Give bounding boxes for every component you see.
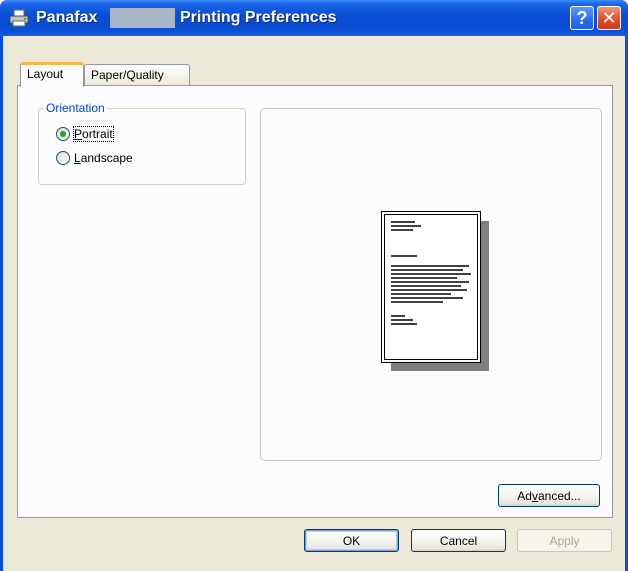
- text-line: [391, 281, 469, 283]
- ok-label: OK: [342, 533, 361, 548]
- help-button[interactable]: ?: [570, 6, 594, 30]
- portrait-hotkey: P: [74, 127, 83, 141]
- text-line: [391, 289, 467, 291]
- text-line: [391, 225, 421, 227]
- text-line: [391, 285, 461, 287]
- landscape-radio[interactable]: [56, 151, 70, 165]
- close-icon: ✕: [601, 7, 617, 28]
- title-bar[interactable]: Panafax Printing Preferences ? ✕: [0, 0, 628, 36]
- layout-tab-panel: Orientation Portrait Landscape Ad v ance…: [17, 85, 613, 518]
- cancel-label: Cancel: [439, 533, 478, 548]
- advanced-button[interactable]: Ad v anced...: [498, 484, 600, 507]
- portrait-label-rest: ortrait: [82, 127, 113, 141]
- redacted-model-name: [110, 8, 175, 28]
- tab-layout-label: Layout: [27, 67, 64, 81]
- text-line: [391, 269, 463, 271]
- text-line: [391, 323, 417, 325]
- close-button[interactable]: ✕: [597, 6, 621, 30]
- help-icon: ?: [576, 7, 588, 28]
- text-line: [391, 319, 413, 321]
- landscape-label: Landscape: [74, 151, 133, 165]
- dialog-client-area: Layout Paper/Quality Orientation Portrai…: [3, 36, 625, 571]
- advanced-label-b: anced...: [537, 488, 581, 503]
- orientation-group: Orientation Portrait Landscape: [38, 101, 246, 185]
- tab-paper-quality-label: Paper/Quality: [91, 68, 164, 82]
- text-line: [391, 301, 443, 303]
- cancel-button[interactable]: Cancel: [411, 529, 506, 552]
- text-line: [391, 273, 471, 275]
- advanced-label-a: Ad: [517, 488, 532, 503]
- printer-icon: [9, 9, 29, 27]
- portrait-label: Portrait: [73, 126, 114, 142]
- text-line: [391, 277, 457, 279]
- text-line: [391, 229, 413, 231]
- text-line: [391, 255, 417, 257]
- text-line: [391, 265, 469, 267]
- text-line: [391, 297, 463, 299]
- apply-button[interactable]: Apply: [517, 529, 612, 552]
- landscape-option[interactable]: Landscape: [56, 151, 133, 165]
- orientation-legend: Orientation: [44, 101, 107, 115]
- landscape-label-rest: andscape: [80, 151, 133, 165]
- apply-label: Apply: [549, 533, 580, 548]
- page-content-area: [384, 214, 478, 360]
- portrait-radio[interactable]: [56, 127, 70, 141]
- layout-preview: [260, 108, 602, 461]
- text-line: [391, 221, 415, 223]
- text-line: [391, 315, 405, 317]
- text-line: [391, 293, 451, 295]
- landscape-hotkey: L: [74, 151, 81, 165]
- window-title: Printing Preferences: [180, 9, 337, 26]
- portrait-option[interactable]: Portrait: [56, 126, 114, 142]
- window-title-prefix: Panafax: [36, 9, 98, 26]
- printing-preferences-window: Panafax Printing Preferences ? ✕ Layout …: [0, 0, 628, 571]
- tab-layout[interactable]: Layout: [20, 62, 84, 87]
- portrait-page-preview: [381, 211, 481, 363]
- tab-paper-quality[interactable]: Paper/Quality: [84, 64, 190, 86]
- ok-button[interactable]: OK: [304, 529, 399, 552]
